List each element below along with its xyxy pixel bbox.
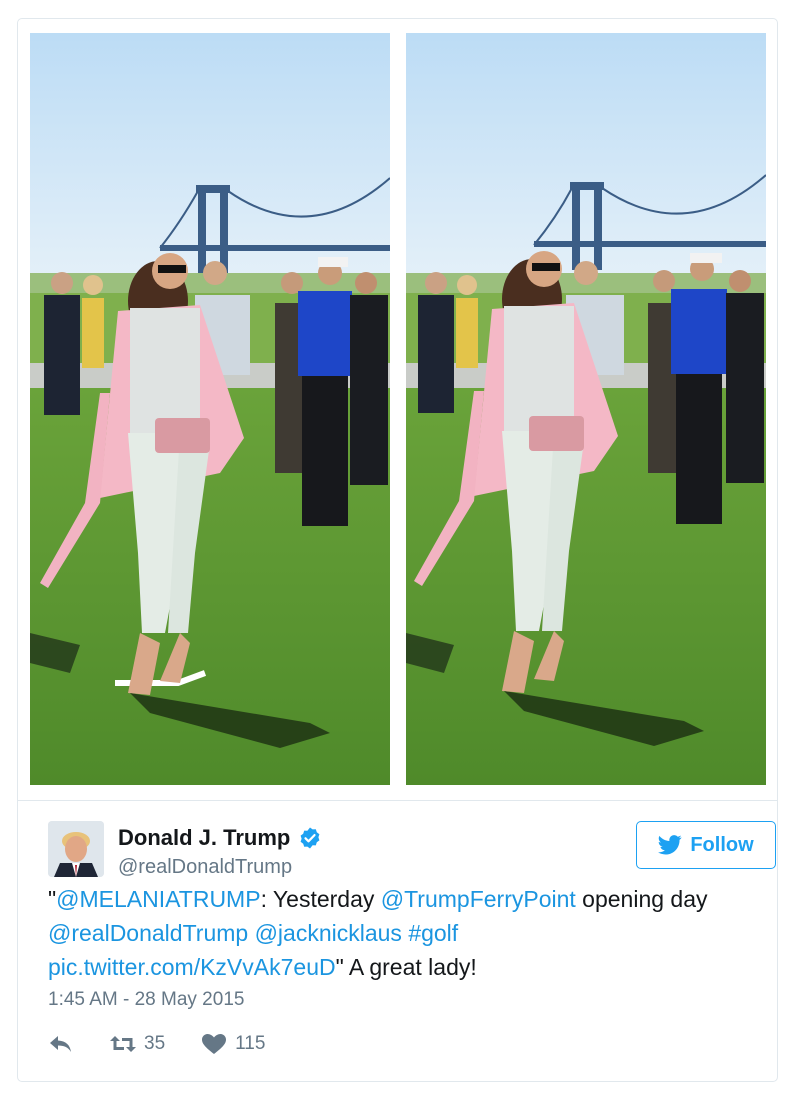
tweet-photo-right[interactable]: [406, 33, 766, 785]
reply-button[interactable]: [48, 1033, 74, 1055]
tweet-timestamp[interactable]: 1:45 AM - 28 May 2015: [48, 989, 244, 1011]
retweet-icon: [110, 1036, 136, 1052]
profile-photo-image: [48, 821, 104, 877]
text-segment: opening day: [575, 886, 708, 912]
mention-link[interactable]: @TrumpFerryPoint: [381, 886, 576, 912]
tweet-actions: 35 115: [48, 1029, 301, 1059]
follow-label: Follow: [690, 833, 754, 856]
text-segment: " A great lady!: [335, 954, 477, 980]
verified-badge-icon: [298, 826, 322, 850]
screen-name[interactable]: @realDonaldTrump: [118, 856, 292, 879]
like-button[interactable]: 115: [201, 1033, 265, 1055]
golf-course-photo-image: [30, 33, 390, 785]
avatar[interactable]: [48, 821, 104, 877]
hashtag-link[interactable]: #golf: [408, 920, 458, 946]
tweet-media[interactable]: [30, 33, 766, 785]
mention-link[interactable]: @realDonaldTrump: [48, 920, 248, 946]
mention-link[interactable]: @jacknicklaus: [255, 920, 402, 946]
text-segment: : Yesterday: [260, 886, 381, 912]
mention-link[interactable]: @MELANIATRUMP: [56, 886, 260, 912]
text-quote-open: ": [48, 886, 57, 912]
display-name-text: Donald J. Trump: [118, 825, 291, 850]
media-link[interactable]: pic.twitter.com/KzVvAk7euD: [48, 954, 336, 980]
display-name[interactable]: Donald J. Trump: [118, 825, 322, 851]
tweet-header: Donald J. Trump @realDonaldTrump Follow: [48, 801, 776, 881]
retweet-button[interactable]: 35: [110, 1033, 165, 1055]
tweet-photo-left[interactable]: [30, 33, 390, 785]
tweet-text: "@MELANIATRUMP: Yesterday @TrumpFerryPoi…: [48, 882, 748, 984]
tweet-card: Donald J. Trump @realDonaldTrump Follow …: [17, 18, 778, 1082]
reply-icon: [50, 1036, 71, 1052]
follow-button[interactable]: Follow: [636, 821, 776, 869]
heart-icon: [202, 1034, 227, 1054]
twitter-bird-icon: [658, 835, 682, 855]
like-count: 115: [235, 1033, 266, 1054]
retweet-count: 35: [144, 1033, 166, 1054]
golf-course-photo-image: [406, 33, 766, 785]
